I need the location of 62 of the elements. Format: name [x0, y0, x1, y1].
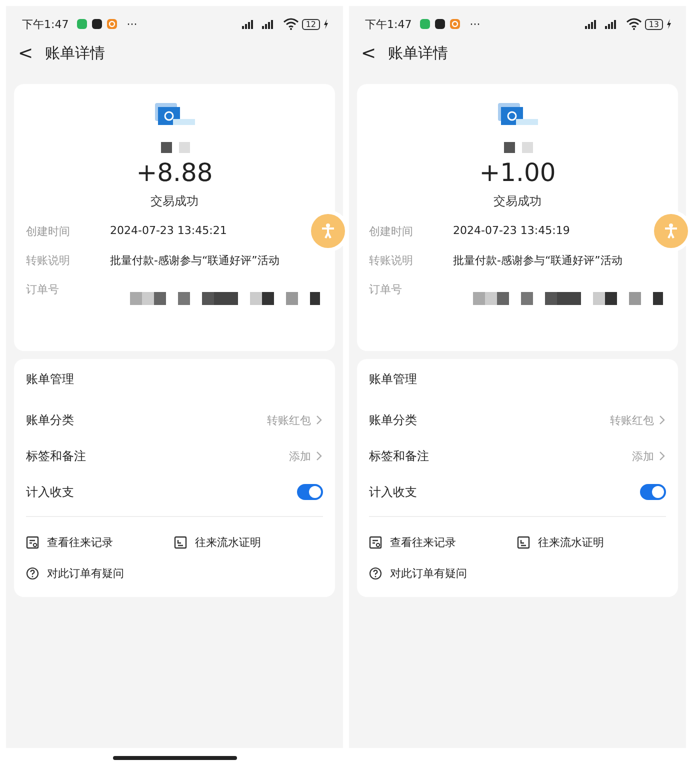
help-icon — [369, 567, 382, 580]
charging-icon — [323, 19, 329, 29]
view-records-link[interactable]: 查看往来记录 — [390, 535, 456, 550]
setting-label: 标签和备注 — [369, 448, 430, 464]
more-notifications: ··· — [470, 18, 480, 30]
section-title: 账单管理 — [26, 371, 75, 388]
transaction-status: 交易成功 — [494, 193, 542, 210]
notification-icon — [76, 18, 88, 30]
accessibility-icon — [664, 223, 678, 239]
help-link[interactable]: 对此订单有疑问 — [390, 566, 467, 581]
status-time: 下午1:47 — [365, 16, 412, 32]
notification-icon — [106, 18, 118, 30]
back-button[interactable]: < — [359, 42, 378, 64]
detail-label: 创建时间 — [369, 224, 414, 239]
detail-value: 2024-07-23 13:45:19 — [453, 224, 570, 237]
wifi-icon — [282, 18, 299, 30]
document-icon — [517, 536, 530, 549]
document-icon — [174, 536, 187, 549]
toggle-switch[interactable] — [640, 484, 666, 500]
detail-label: 订单号 — [26, 282, 60, 297]
notification-icon — [418, 18, 431, 30]
toggle-switch[interactable] — [297, 484, 323, 500]
page-title: 账单详情 — [388, 44, 448, 62]
section-title: 账单管理 — [369, 371, 418, 388]
detail-label: 转账说明 — [26, 253, 71, 268]
transaction-status: 交易成功 — [150, 193, 198, 210]
chevron-icon — [315, 415, 323, 425]
setting-label: 计入收支 — [26, 484, 75, 500]
battery-level: 13 — [644, 18, 663, 30]
back-button[interactable]: < — [16, 42, 36, 64]
record-icon — [369, 536, 382, 549]
record-icon — [26, 536, 39, 549]
setting-label: 账单分类 — [369, 412, 418, 428]
statement-link[interactable]: 往来流水证明 — [195, 535, 261, 550]
detail-value: 批量付款-感谢参与“联通好评”活动 — [110, 253, 280, 268]
setting-label: 计入收支 — [369, 484, 418, 500]
statement-link[interactable]: 往来流水证明 — [538, 535, 604, 550]
setting-label: 标签和备注 — [26, 448, 87, 464]
detail-value: 批量付款-感谢参与“联通好评”活动 — [453, 253, 622, 268]
view-records-link[interactable]: 查看往来记录 — [47, 535, 113, 550]
setting-label: 账单分类 — [26, 412, 75, 428]
help-icon — [26, 567, 39, 580]
page-title: 账单详情 — [45, 44, 106, 62]
battery-level: 12 — [302, 18, 320, 30]
notification-icon — [434, 18, 446, 30]
more-notifications: ··· — [126, 18, 138, 30]
help-link[interactable]: 对此订单有疑问 — [47, 566, 124, 581]
amount: +1.00 — [479, 158, 556, 187]
charging-icon — [666, 19, 672, 29]
notification-icon — [448, 18, 461, 30]
amount: +8.88 — [136, 158, 213, 187]
chevron-icon — [315, 451, 323, 461]
status-time: 下午1:47 — [22, 16, 69, 32]
detail-label: 转账说明 — [369, 253, 414, 268]
wifi-icon — [626, 18, 642, 30]
chevron-icon — [658, 415, 666, 425]
accessibility-icon — [321, 223, 335, 239]
chevron-icon — [658, 451, 666, 461]
notification-icon — [90, 18, 103, 30]
detail-label: 创建时间 — [26, 224, 71, 239]
detail-value: 2024-07-23 13:45:21 — [110, 224, 227, 237]
detail-label: 订单号 — [369, 282, 403, 297]
